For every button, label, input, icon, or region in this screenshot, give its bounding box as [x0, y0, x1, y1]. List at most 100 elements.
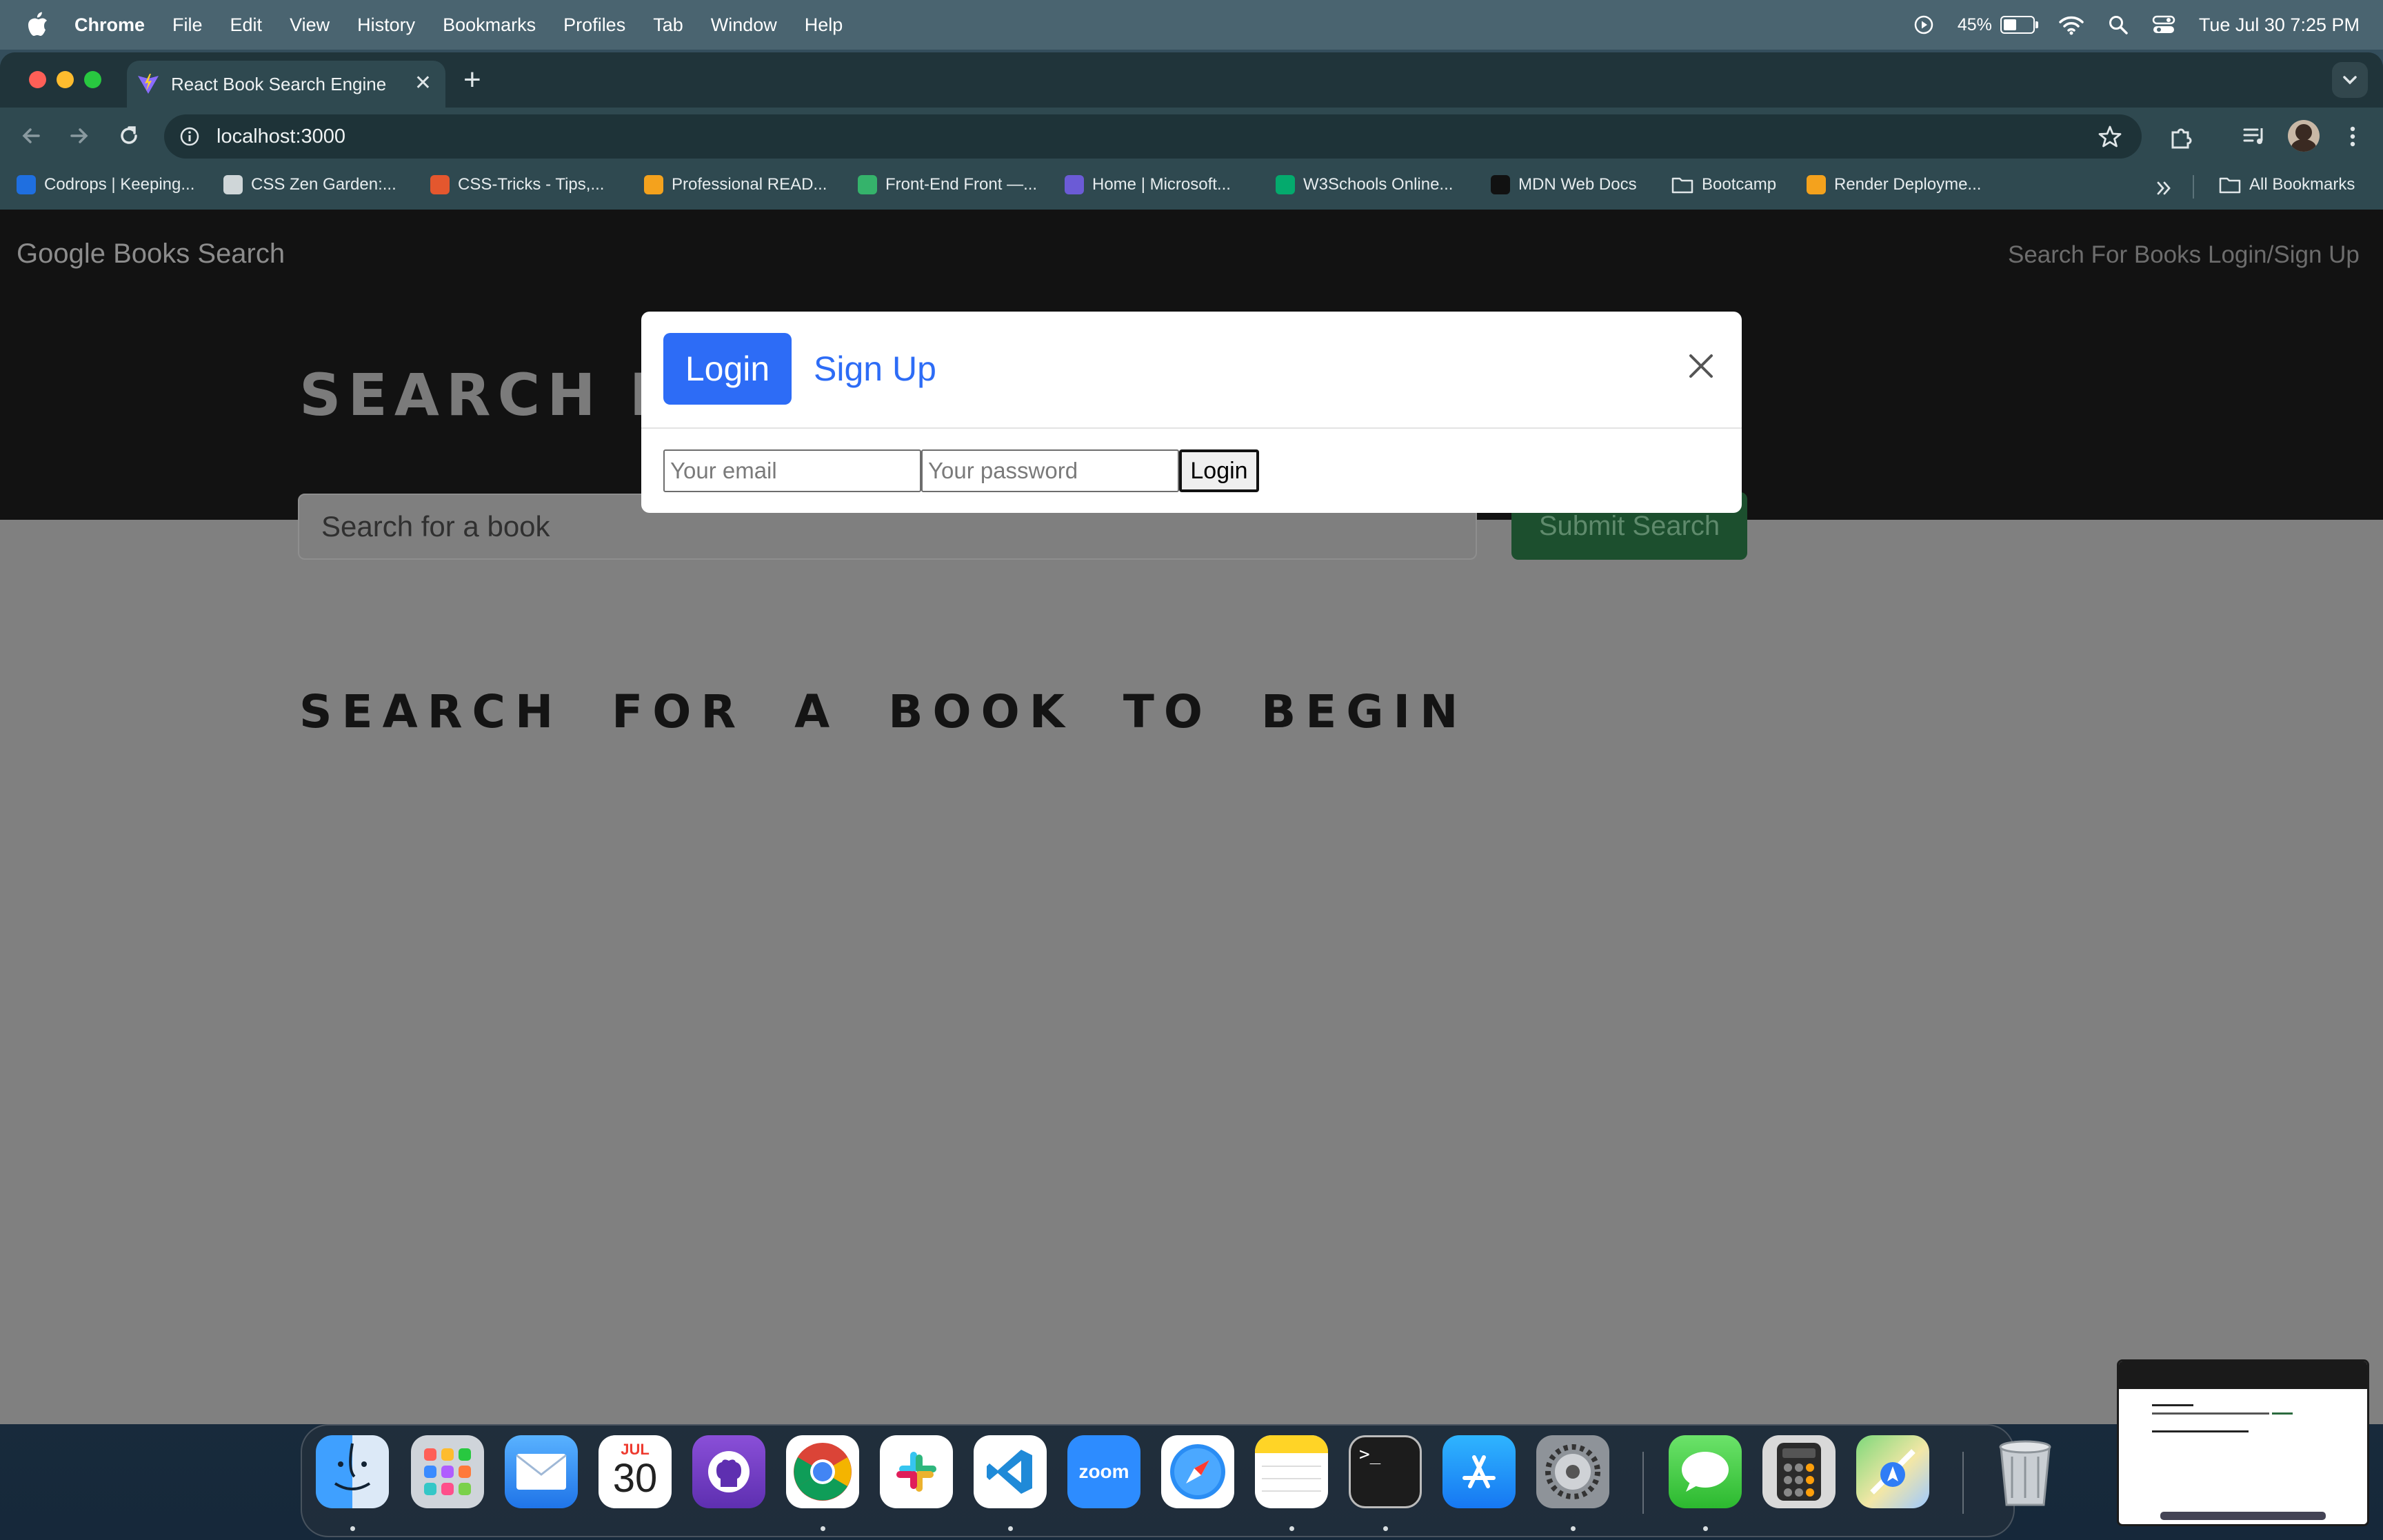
bookmark-item[interactable]: Render Deployme... — [1807, 175, 1981, 194]
running-indicator — [1008, 1526, 1013, 1531]
screen-recording-icon[interactable] — [1913, 14, 1934, 35]
modal-tab-login[interactable]: Login — [663, 333, 792, 405]
url-text: localhost:3000 — [217, 125, 346, 148]
dock-separator — [1962, 1452, 1964, 1514]
more-bookmarks-icon[interactable] — [2154, 178, 2175, 199]
login-signup-modal: Login Sign Up Login — [641, 312, 1742, 513]
minimize-window-button[interactable] — [57, 71, 74, 88]
menu-history[interactable]: History — [357, 14, 415, 36]
mail-icon[interactable] — [505, 1435, 578, 1508]
menu-edit[interactable]: Edit — [230, 14, 263, 36]
bookmark-label: Render Deployme... — [1834, 175, 1982, 194]
menu-help[interactable]: Help — [805, 14, 843, 36]
terminal-icon[interactable]: >_ — [1349, 1435, 1422, 1508]
bookmark-label: Home | Microsoft... — [1092, 175, 1231, 194]
nav-search-books-link[interactable]: Search For Books — [2008, 241, 2201, 269]
browser-tab[interactable]: React Book Search Engine ✕ — [127, 61, 445, 108]
bookmark-label: Professional READ... — [672, 175, 827, 194]
spotlight-search-icon[interactable] — [2108, 14, 2129, 35]
extensions-puzzle-icon[interactable] — [2166, 123, 2195, 152]
maps-icon[interactable] — [1856, 1435, 1929, 1508]
bookmark-item[interactable]: Professional READ... — [644, 175, 827, 194]
menu-bookmarks[interactable]: Bookmarks — [443, 14, 536, 36]
running-indicator — [821, 1526, 825, 1531]
tab-close-icon[interactable]: ✕ — [414, 73, 432, 94]
more-menu-icon[interactable] — [2339, 123, 2366, 150]
apple-icon[interactable] — [26, 12, 48, 38]
bookmark-star-icon[interactable] — [2098, 124, 2122, 149]
battery-status[interactable]: 45% — [1958, 15, 2038, 35]
running-indicator — [1571, 1526, 1576, 1531]
menu-tab[interactable]: Tab — [653, 14, 683, 36]
email-field[interactable] — [663, 449, 921, 492]
messages-icon[interactable] — [1669, 1435, 1742, 1508]
bookmark-label: MDN Web Docs — [1518, 175, 1637, 194]
bookmark-favicon-icon — [1065, 175, 1084, 194]
bookmark-label: Front-End Front —... — [885, 175, 1038, 194]
launchpad-icon[interactable] — [411, 1435, 484, 1508]
tab-strip: React Book Search Engine ✕ + — [0, 52, 2383, 108]
menu-file[interactable]: File — [172, 14, 203, 36]
bookmark-item[interactable]: Codrops | Keeping... — [17, 175, 194, 194]
menu-app-name[interactable]: Chrome — [74, 14, 145, 36]
navbar-brand[interactable]: Google Books Search — [17, 239, 285, 270]
bookmark-label: W3Schools Online... — [1303, 175, 1454, 194]
zoom-icon[interactable]: zoom — [1067, 1435, 1140, 1508]
menu-profiles[interactable]: Profiles — [563, 14, 625, 36]
close-icon[interactable] — [1685, 350, 1717, 382]
media-controls-icon[interactable] — [2241, 123, 2269, 150]
app-store-icon[interactable] — [1442, 1435, 1516, 1508]
safari-icon[interactable] — [1161, 1435, 1234, 1508]
slack-icon[interactable] — [880, 1435, 953, 1508]
bookmark-item[interactable]: MDN Web Docs — [1491, 175, 1637, 194]
forward-arrow-icon[interactable] — [66, 123, 92, 149]
bookmark-favicon-icon — [1491, 175, 1510, 194]
site-info-icon[interactable] — [179, 126, 200, 147]
bookmark-item[interactable]: W3Schools Online... — [1276, 175, 1453, 194]
address-bar[interactable]: localhost:3000 — [164, 114, 2142, 159]
screenshot-thumbnail[interactable] — [2117, 1359, 2369, 1526]
reload-icon[interactable] — [116, 123, 142, 149]
zoom-label: zoom — [1078, 1461, 1129, 1482]
system-settings-icon[interactable] — [1536, 1435, 1609, 1508]
modal-tab-signup[interactable]: Sign Up — [814, 333, 936, 405]
bookmark-item[interactable]: Bootcamp — [1671, 175, 1776, 194]
menu-view[interactable]: View — [290, 14, 330, 36]
control-center-icon[interactable] — [2152, 15, 2175, 34]
tab-title: React Book Search Engine — [171, 73, 387, 94]
bookmark-label: Codrops | Keeping... — [44, 175, 195, 194]
new-tab-button[interactable]: + — [463, 65, 481, 95]
running-indicator — [1289, 1526, 1294, 1531]
notes-icon[interactable] — [1255, 1435, 1328, 1508]
calendar-icon[interactable]: JUL 30 — [599, 1435, 672, 1508]
close-window-button[interactable] — [29, 71, 46, 88]
bookmark-favicon-icon — [644, 175, 663, 194]
nav-login-signup-link[interactable]: Login/Sign Up — [2208, 241, 2360, 269]
bookmark-item[interactable]: CSS-Tricks - Tips,... — [430, 175, 604, 194]
bookmark-favicon-icon — [430, 175, 450, 194]
menubar-clock[interactable]: Tue Jul 30 7:25 PM — [2199, 14, 2360, 36]
wifi-icon[interactable] — [2058, 14, 2084, 35]
password-field[interactable] — [921, 449, 1179, 492]
chrome-icon[interactable] — [786, 1435, 859, 1508]
bookmark-item[interactable]: Home | Microsoft... — [1065, 175, 1231, 194]
bookmark-item[interactable]: CSS Zen Garden:... — [223, 175, 396, 194]
all-bookmarks-button[interactable]: All Bookmarks — [2219, 175, 2355, 194]
tab-search-button[interactable] — [2332, 62, 2368, 98]
login-submit-button[interactable]: Login — [1179, 449, 1259, 492]
bookmark-favicon-icon — [1276, 175, 1295, 194]
vscode-icon[interactable] — [974, 1435, 1047, 1508]
maximize-window-button[interactable] — [84, 71, 101, 88]
battery-icon — [2000, 16, 2038, 34]
menu-window[interactable]: Window — [711, 14, 777, 36]
bookmark-favicon-icon — [17, 175, 36, 194]
profile-avatar[interactable] — [2288, 120, 2320, 152]
running-indicator — [1703, 1526, 1708, 1531]
finder-icon[interactable] — [316, 1435, 389, 1508]
bookmark-item[interactable]: Front-End Front —... — [858, 175, 1037, 194]
calculator-icon[interactable] — [1762, 1435, 1836, 1508]
back-arrow-icon[interactable] — [18, 123, 44, 149]
bookmark-label: Bootcamp — [1702, 175, 1777, 194]
github-desktop-icon[interactable] — [692, 1435, 765, 1508]
trash-icon[interactable] — [1989, 1435, 2062, 1508]
